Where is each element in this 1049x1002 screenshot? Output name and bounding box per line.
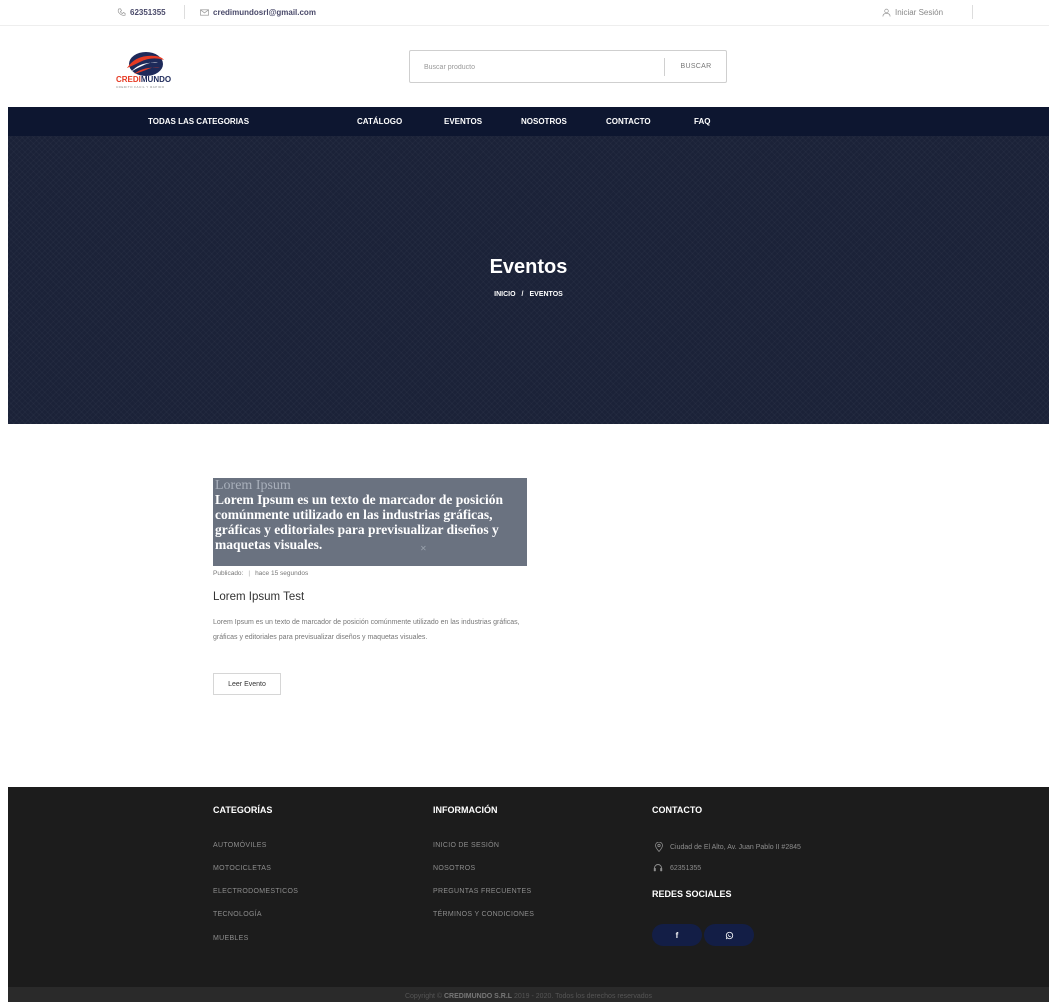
footer-category-link[interactable]: AUTOMÓVILES xyxy=(213,842,267,849)
top-phone[interactable]: 62351355 xyxy=(117,8,166,17)
read-event-button[interactable]: Leer Evento xyxy=(213,673,281,695)
event-title[interactable]: Lorem Ipsum Test xyxy=(213,591,304,603)
logo-word-credi: CREDI xyxy=(116,75,141,84)
headset-icon xyxy=(653,864,663,872)
search-box: BUSCAR xyxy=(409,50,727,83)
breadcrumb: INICIO / EVENTOS xyxy=(8,291,1049,298)
footer-address-text: Ciudad de El Alto, Av. Juan Pablo II #28… xyxy=(670,843,801,851)
copyright-company: CREDIMUNDO S.R.L xyxy=(443,993,513,1000)
user-icon xyxy=(882,8,891,17)
site-footer: CATEGORÍAS AUTOMÓVILES MOTOCICLETAS ELEC… xyxy=(8,787,1049,987)
whatsapp-icon xyxy=(725,931,733,939)
logo-tagline: CREDITO FACIL Y RAPIDO xyxy=(116,85,165,89)
event-description: Lorem Ipsum es un texto de marcador de p… xyxy=(213,619,520,641)
footer-category-link[interactable]: MOTOCICLETAS xyxy=(213,865,271,872)
logo-wordmark: CREDIMUNDO xyxy=(116,75,171,84)
nav-contacto[interactable]: CONTACTO xyxy=(606,117,651,126)
nav-nosotros[interactable]: NOSOTROS xyxy=(521,117,567,126)
event-image-text: Lorem Ipsum es un texto de marcador de p… xyxy=(215,492,504,552)
top-divider-right xyxy=(972,5,973,19)
facebook-icon: f xyxy=(675,930,679,940)
footer-phone-text: 62351355 xyxy=(670,864,702,872)
phone-icon xyxy=(117,8,126,16)
copyright-suffix: 2019 - 2020. Todos los derechos reservad… xyxy=(514,993,653,1000)
breadcrumb-separator: / xyxy=(521,291,524,298)
top-email[interactable]: credimundosrl@gmail.com xyxy=(200,8,316,17)
top-email-text: credimundosrl@gmail.com xyxy=(213,8,316,17)
mail-icon xyxy=(200,9,209,16)
event-published-label: Publicado: xyxy=(213,570,244,577)
nav-catalogo[interactable]: CATÁLOGO xyxy=(357,117,402,126)
top-bar: 62351355 credimundosrl@gmail.com Iniciar… xyxy=(0,0,1049,26)
top-divider xyxy=(184,5,185,19)
logo-word-mundo: MUNDO xyxy=(140,75,172,84)
logo-mark-icon xyxy=(127,52,164,76)
login-link[interactable]: Iniciar Sesión xyxy=(882,8,943,17)
copyright-bar: Copyright © CREDIMUNDO S.R.L 2019 - 2020… xyxy=(8,987,1049,1002)
footer-category-link[interactable]: MUEBLES xyxy=(213,935,249,942)
footer-category-link[interactable]: ELECTRODOMESTICOS xyxy=(213,888,298,895)
footer-address: Ciudad de El Alto, Av. Juan Pablo II #28… xyxy=(655,842,801,852)
nav-all-categories[interactable]: TODAS LAS CATEGORIAS xyxy=(148,117,249,126)
page-hero: Eventos INICIO / EVENTOS xyxy=(8,136,1049,424)
footer-info-link[interactable]: INICIO DE SESIÓN xyxy=(433,842,499,849)
footer-social-title: REDES SOCIALES xyxy=(652,889,732,899)
footer-info-link[interactable]: TÉRMINOS Y CONDICIONES xyxy=(433,911,534,918)
footer-categories-title: CATEGORÍAS xyxy=(213,805,273,815)
footer-phone[interactable]: 62351355 xyxy=(653,863,701,873)
main-nav: TODAS LAS CATEGORIAS CATÁLOGO EVENTOS NO… xyxy=(8,107,1049,136)
location-pin-icon xyxy=(655,842,663,852)
search-input[interactable] xyxy=(424,59,654,75)
event-published-time: hace 15 segundos xyxy=(255,570,309,577)
event-meta: Publicado: | hace 15 segundos xyxy=(213,570,308,577)
breadcrumb-current: EVENTOS xyxy=(529,291,563,298)
facebook-button[interactable]: f xyxy=(652,924,702,946)
footer-info-link[interactable]: PREGUNTAS FRECUENTES xyxy=(433,888,531,895)
top-phone-text: 62351355 xyxy=(130,8,166,17)
nav-faq[interactable]: FAQ xyxy=(694,117,710,126)
footer-contact-title: CONTACTO xyxy=(652,805,703,815)
event-meta-separator: | xyxy=(248,570,251,577)
search-button[interactable]: BUSCAR xyxy=(666,51,726,82)
event-image[interactable]: Lorem Ipsum Lorem Ipsum es un texto de m… xyxy=(213,478,527,566)
whatsapp-button[interactable] xyxy=(704,924,754,946)
search-divider xyxy=(664,58,665,76)
page-title: Eventos xyxy=(489,256,568,278)
copyright-prefix: Copyright © xyxy=(404,993,443,1000)
close-icon: ✕ xyxy=(420,544,427,553)
breadcrumb-home[interactable]: INICIO xyxy=(494,291,515,298)
footer-information-title: INFORMACIÓN xyxy=(433,805,498,815)
nav-eventos[interactable]: EVENTOS xyxy=(444,117,482,126)
login-text: Iniciar Sesión xyxy=(895,8,944,17)
brand-logo[interactable]: CREDIMUNDO CREDITO FACIL Y RAPIDO xyxy=(116,48,176,89)
footer-category-link[interactable]: TECNOLOGÍA xyxy=(213,911,262,918)
footer-info-link[interactable]: NOSOTROS xyxy=(433,865,475,872)
